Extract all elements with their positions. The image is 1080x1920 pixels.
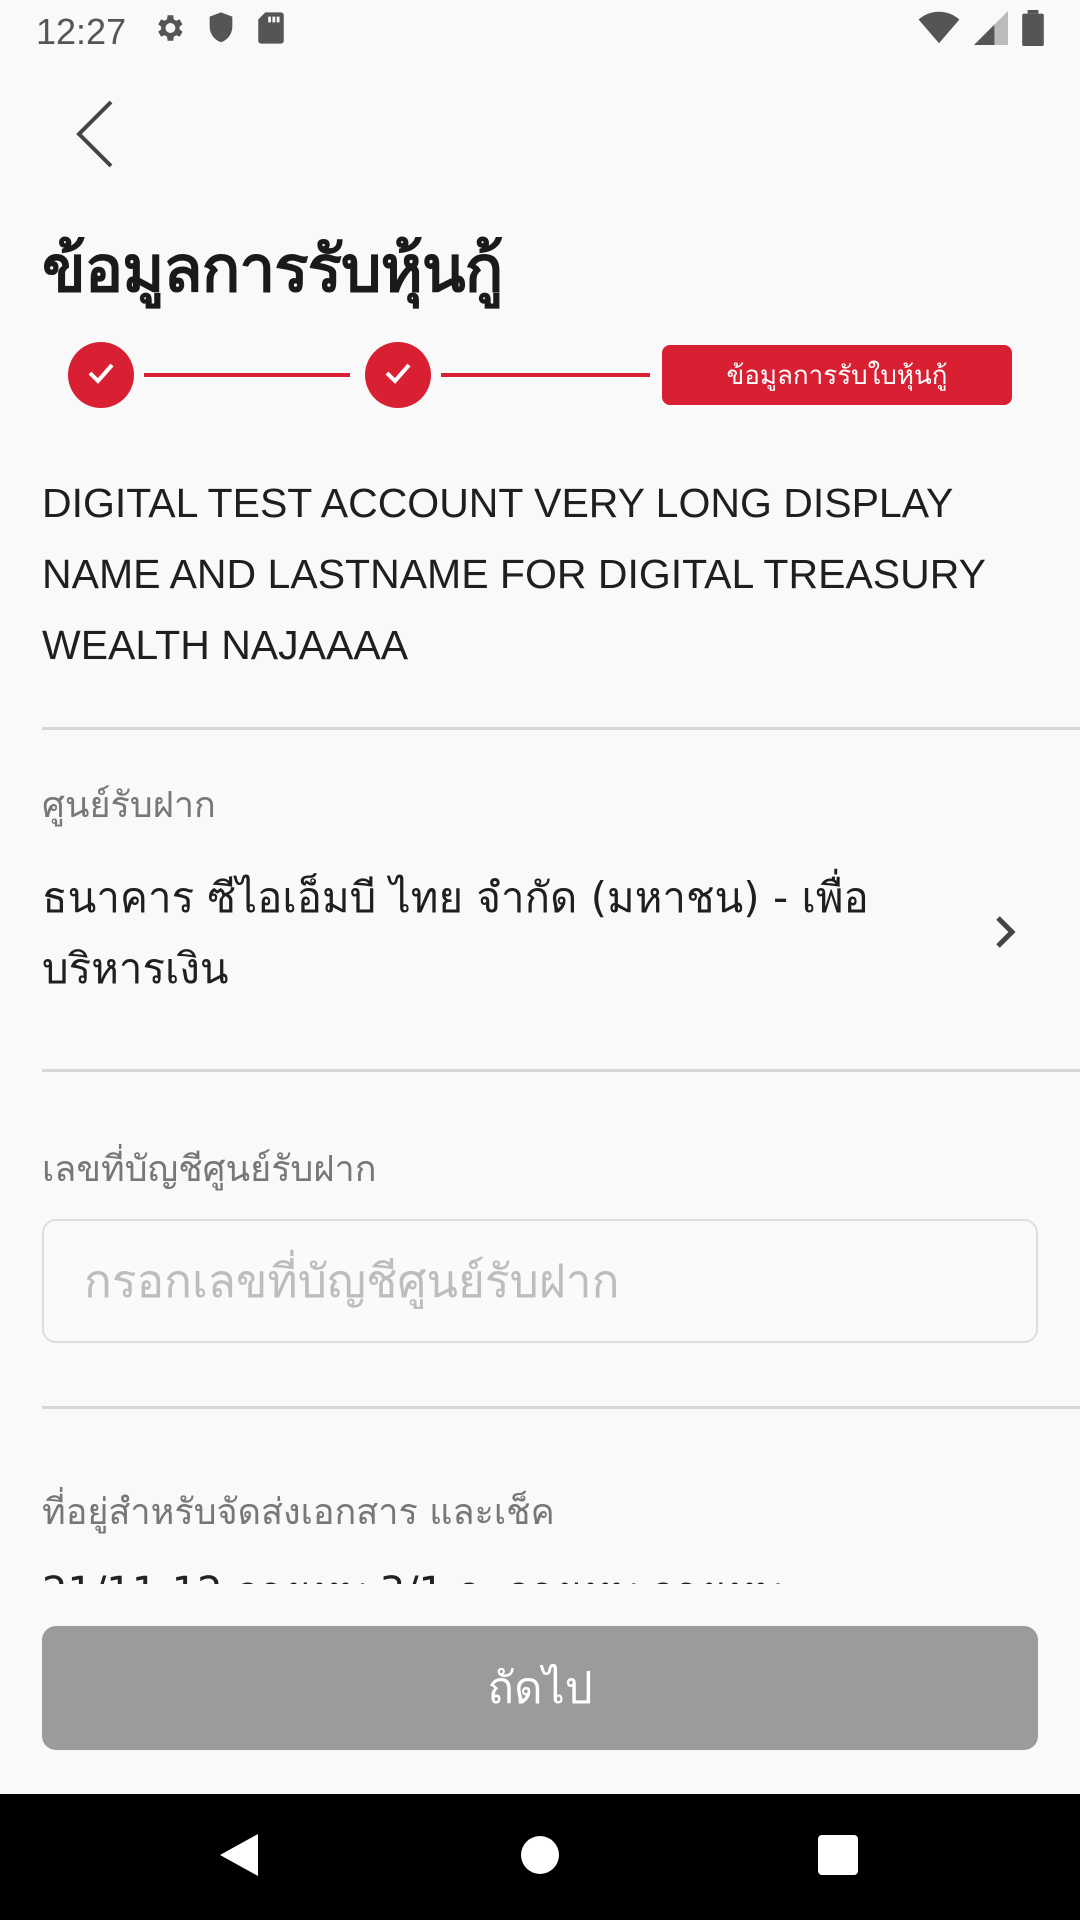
step-connector-1: [144, 373, 350, 377]
triangle-back-icon: [216, 1830, 262, 1884]
status-right-icons: [918, 9, 1044, 55]
nav-recents-button[interactable]: [805, 1824, 871, 1890]
signal-icon: [974, 10, 1008, 54]
status-left-icons: [152, 11, 286, 54]
chevron-right-icon: [986, 914, 1022, 950]
square-recents-icon: [818, 1835, 858, 1879]
address-value-clipped: 21/11-12 กรุงเทพ 3/1 ถ. กรุงเทพ กรุงเทพ: [42, 1562, 1042, 1584]
address-value: 21/11-12 กรุงเทพ 3/1 ถ. กรุงเทพ กรุงเทพ: [42, 1562, 1042, 1584]
sd-card-icon: [256, 11, 286, 54]
step-connector-2: [441, 373, 650, 377]
divider: [42, 727, 1080, 730]
system-nav-bar: [0, 1794, 1080, 1920]
next-button[interactable]: ถัดไป: [42, 1626, 1038, 1750]
divider: [42, 1069, 1080, 1072]
custodian-value: ธนาคาร ซีไอเอ็มบี ไทย จำกัด (มหาชน) - เพ…: [42, 873, 869, 993]
circle-home-icon: [520, 1835, 560, 1879]
divider: [42, 1406, 1080, 1409]
address-label: ที่อยู่สำหรับจัดส่งเอกสาร และเช็ค: [42, 1492, 555, 1533]
chevron-left-icon: [73, 98, 117, 174]
gear-icon: [152, 11, 186, 54]
status-bar: 12:27: [0, 0, 1080, 64]
nav-back-button[interactable]: [206, 1824, 272, 1890]
custodian-selector[interactable]: ธนาคาร ซีไอเอ็มบี ไทย จำกัด (มหาชน) - เพ…: [42, 862, 1042, 1002]
nav-home-button[interactable]: [507, 1824, 573, 1890]
wifi-icon: [918, 11, 960, 54]
battery-icon: [1022, 9, 1044, 55]
step-1-complete: [68, 342, 134, 408]
step-2-complete: [365, 342, 431, 408]
custodian-account-label: เลขที่บัญชีศูนย์รับฝาก: [42, 1149, 377, 1190]
checkmark-icon: [384, 361, 412, 389]
checkmark-icon: [87, 361, 115, 389]
status-time: 12:27: [36, 11, 127, 52]
custodian-account-input[interactable]: [42, 1219, 1038, 1343]
shield-icon: [206, 11, 236, 54]
page-title: ข้อมูลการรับหุ้นกู้: [42, 233, 503, 307]
account-display-name: DIGITAL TEST ACCOUNT VERY LONG DISPLAY N…: [42, 480, 986, 668]
custodian-label: ศูนย์รับฝาก: [42, 785, 216, 826]
progress-stepper: ข้อมูลการรับใบหุ้นกู้: [68, 342, 1012, 408]
current-step-pill: ข้อมูลการรับใบหุ้นกู้: [662, 345, 1012, 405]
back-button[interactable]: [60, 96, 130, 176]
